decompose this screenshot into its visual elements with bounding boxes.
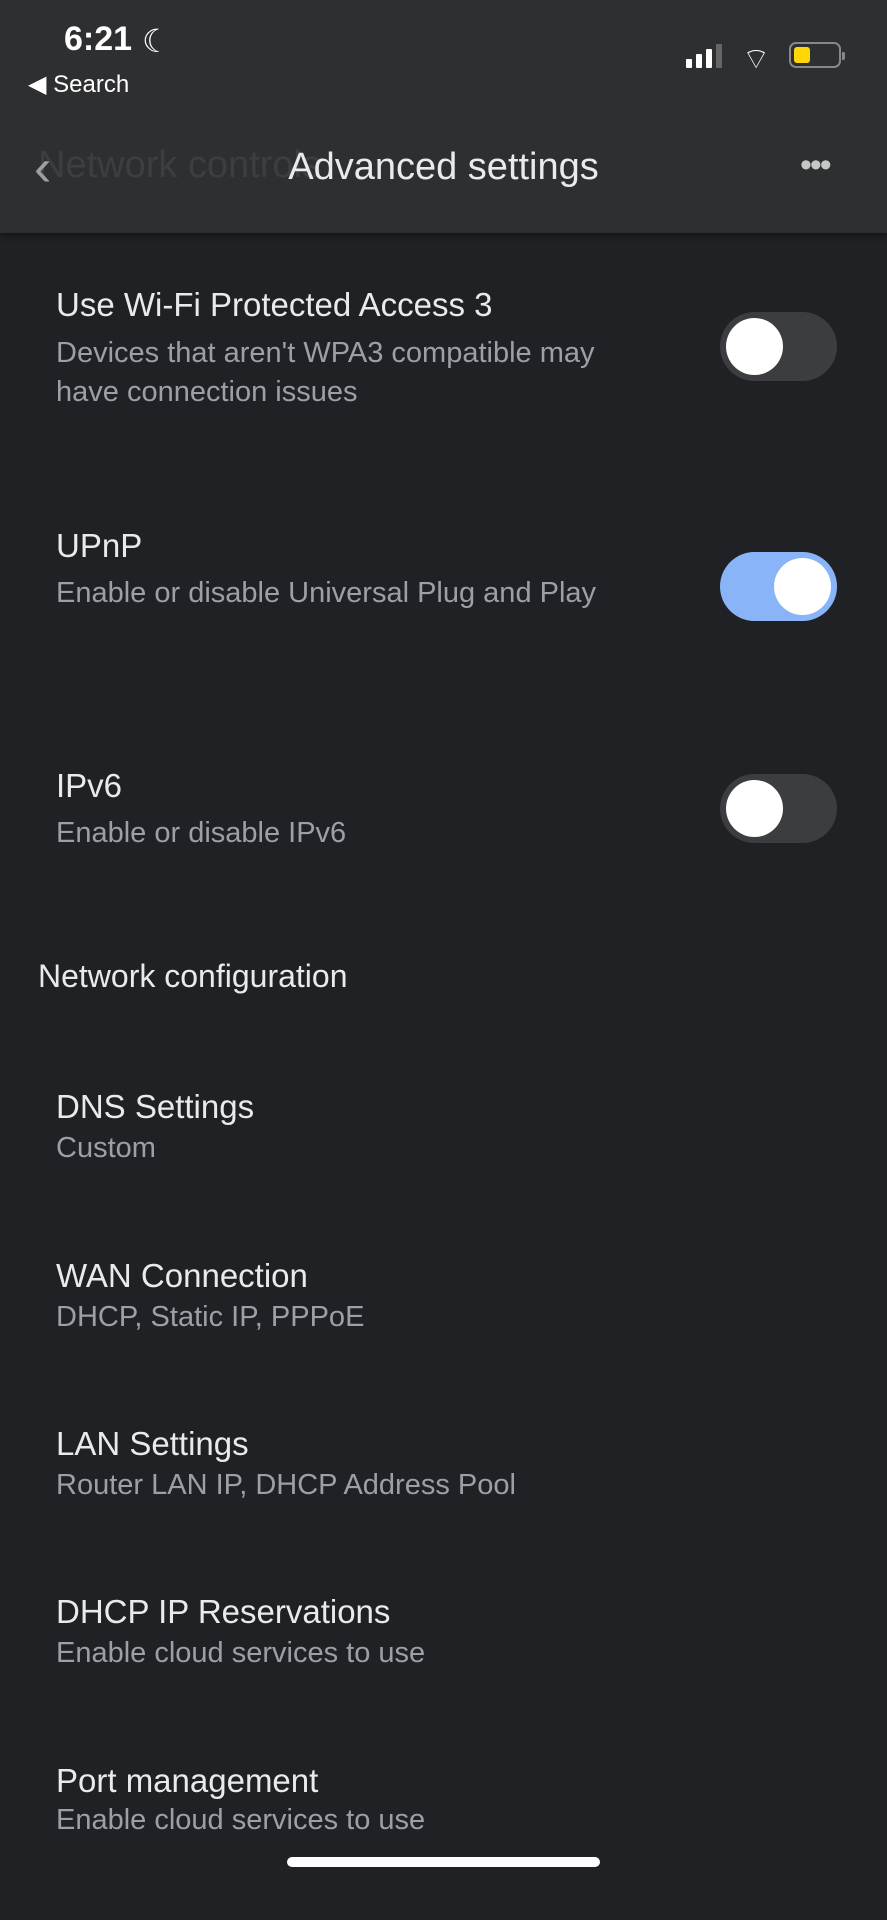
back-to-app-link[interactable]: ◀ Search [28,70,129,99]
wpa3-toggle[interactable] [720,312,837,381]
more-options-icon[interactable]: ••• [800,146,832,185]
upnp-title: UPnP [56,527,143,564]
item-title: WAN Connection [56,1257,308,1294]
upnp-toggle[interactable] [720,552,837,621]
list-item-lan[interactable]: LAN Settings Router LAN IP, DHCP Address… [0,1407,887,1527]
section-title: Network configuration [38,958,348,994]
item-title: DNS Settings [56,1088,255,1125]
ipv6-subtitle: Enable or disable IPv6 [56,817,347,849]
list-item-dns[interactable]: DNS Settings Custom [0,1070,887,1190]
wifi-icon: ⌔ [742,43,771,76]
item-title: LAN Settings [56,1425,249,1462]
wpa3-title: Use Wi-Fi Protected Access 3 [56,286,493,323]
wpa3-subtitle: Devices that aren't WPA3 compatible may … [56,337,595,408]
back-app-label: Search [53,71,130,98]
battery-icon [789,42,845,68]
upnp-subtitle: Enable or disable Universal Plug and Pla… [56,577,597,609]
do-not-disturb-icon: ☾ [142,23,171,59]
header-bar [0,0,887,233]
cellular-signal-icon [686,44,722,68]
ipv6-toggle[interactable] [720,774,837,843]
item-title: DHCP IP Reservations [56,1593,391,1630]
item-title: Port management [56,1762,319,1799]
list-item-dhcp-reservations[interactable]: DHCP IP Reservations Enable cloud servic… [0,1575,887,1695]
page-title: Advanced settings [288,146,599,188]
ipv6-title: IPv6 [56,767,123,804]
item-subtitle: Router LAN IP, DHCP Address Pool [56,1469,516,1501]
list-item-port-management[interactable]: Port management Enable cloud services to… [0,1744,887,1854]
item-subtitle: DHCP, Static IP, PPPoE [56,1301,365,1333]
item-subtitle: Enable cloud services to use [56,1637,426,1669]
item-subtitle: Custom [56,1132,156,1164]
status-time: 6:21 [64,20,133,58]
list-item-wan[interactable]: WAN Connection DHCP, Static IP, PPPoE [0,1239,887,1359]
item-subtitle: Enable cloud services to use [56,1804,426,1836]
home-indicator[interactable] [287,1857,600,1867]
